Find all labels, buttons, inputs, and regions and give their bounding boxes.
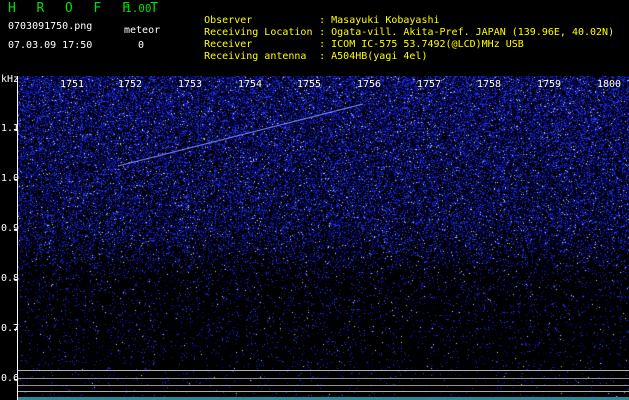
info-antenna: Receiving antenna : A504HB(yagi 4el) — [180, 40, 427, 73]
x-tick-label: 1757 — [417, 79, 442, 90]
meteor-count: 0 — [138, 40, 145, 51]
x-tick-label: 1755 — [297, 79, 322, 90]
y-axis-unit: kHz — [1, 74, 20, 85]
y-tick-mark — [14, 179, 18, 180]
spectrogram-noise — [18, 76, 629, 400]
x-tick-label: 1752 — [118, 79, 143, 90]
header-panel: H R O F F T 1.00 0703091750.png 07.03.09… — [0, 0, 629, 76]
x-tick-label: 1800 — [597, 79, 622, 90]
x-tick-label: 1753 — [178, 79, 203, 90]
x-tick-label: 1759 — [537, 79, 562, 90]
y-tick-mark — [14, 129, 18, 130]
app-version: 1.00 — [125, 2, 152, 15]
x-tick-label: 1758 — [477, 79, 502, 90]
y-tick-mark — [14, 279, 18, 280]
x-tick-label: 1756 — [357, 79, 382, 90]
capture-datetime: 07.03.09 17:50 — [8, 40, 93, 51]
x-tick-label: 1754 — [238, 79, 263, 90]
reference-line — [18, 370, 629, 371]
reference-line — [18, 378, 629, 379]
reference-line — [18, 385, 629, 386]
reference-line — [18, 391, 629, 392]
y-tick-mark — [14, 329, 18, 330]
spectrogram-area — [18, 76, 629, 400]
info-key: Receiving antenna — [204, 51, 307, 62]
image-filename: 0703091750.png — [8, 21, 93, 32]
x-tick-label: 1751 — [60, 79, 85, 90]
y-tick-mark — [14, 379, 18, 380]
y-tick-mark — [14, 229, 18, 230]
meteor-label: meteor — [124, 25, 161, 36]
info-value: : A504HB(yagi 4el) — [319, 51, 428, 62]
